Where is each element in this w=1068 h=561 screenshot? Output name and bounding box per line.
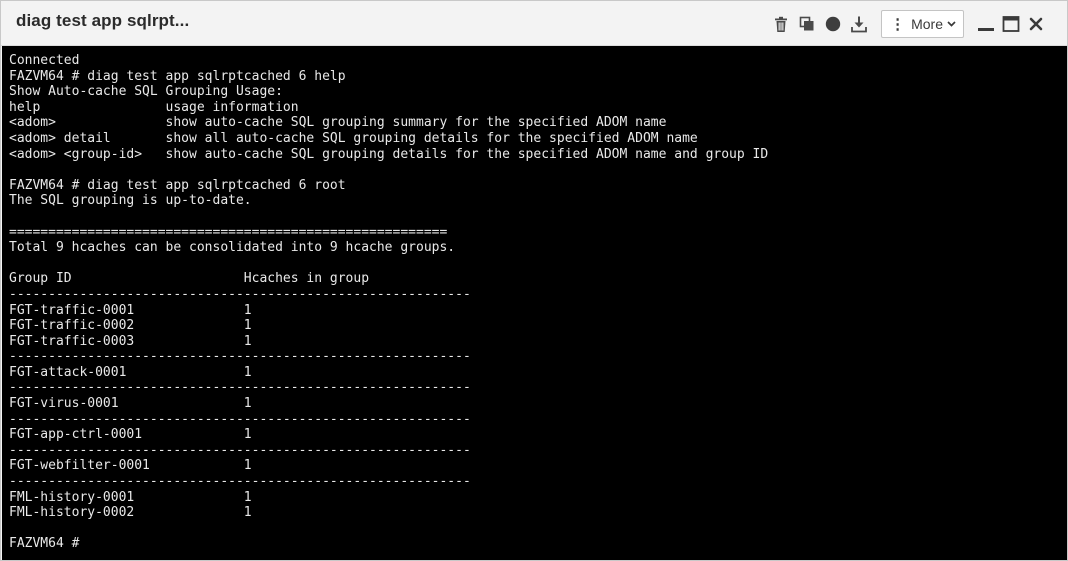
terminal-line: ----------------------------------------…: [9, 442, 471, 458]
terminal-line: ----------------------------------------…: [9, 286, 471, 302]
minimize-icon[interactable]: [975, 13, 997, 35]
terminal-line: FAZVM64 # diag test app sqlrptcached 6 r…: [9, 177, 346, 193]
terminal-line: <adom> <group-id> show auto-cache SQL gr…: [9, 146, 769, 162]
terminal-line: FGT-traffic-0003 1: [9, 333, 252, 349]
terminal-line: FGT-traffic-0002 1: [9, 318, 252, 334]
terminal-line: The SQL grouping is up-to-date.: [9, 193, 252, 209]
copy-icon[interactable]: [797, 13, 817, 35]
terminal-line: Group ID Hcaches in group: [9, 271, 370, 287]
terminal-line: FML-history-0002 1: [9, 505, 252, 521]
cli-console-window: diag test app sqlrpt... ⋮ More Connected…: [0, 0, 1068, 561]
terminal-line: FGT-webfilter-0001 1: [9, 458, 252, 474]
circle-icon[interactable]: [823, 13, 843, 35]
terminal-line: Connected: [9, 53, 80, 68]
terminal-text: Connected FAZVM64 # diag test app sqlrptc…: [2, 46, 1067, 552]
chevron-down-icon: [947, 18, 956, 30]
terminal-line: <adom> detail show all auto-cache SQL gr…: [9, 130, 698, 146]
terminal-line: ----------------------------------------…: [9, 474, 471, 490]
vertical-dots-icon: ⋮: [890, 15, 906, 33]
terminal-line: FML-history-0001 1: [9, 489, 252, 505]
terminal-line: ========================================…: [9, 224, 448, 240]
trash-icon[interactable]: [771, 13, 791, 35]
maximize-icon[interactable]: [1000, 13, 1022, 35]
more-label: More: [911, 16, 943, 32]
terminal-line: FGT-attack-0001 1: [9, 364, 252, 380]
download-icon[interactable]: [849, 13, 869, 35]
terminal-line: help usage information: [9, 99, 299, 115]
terminal-line: Total 9 hcaches can be consolidated into…: [9, 240, 456, 256]
terminal-line: ----------------------------------------…: [9, 349, 471, 365]
title-bar: diag test app sqlrpt... ⋮ More: [1, 1, 1067, 46]
terminal-line: FAZVM64 # diag test app sqlrptcached 6 h…: [9, 68, 346, 84]
terminal-line: ----------------------------------------…: [9, 411, 471, 427]
terminal-output[interactable]: Connected FAZVM64 # diag test app sqlrptc…: [2, 46, 1067, 560]
terminal-line: FGT-app-ctrl-0001 1: [9, 427, 252, 443]
terminal-line: <adom> show auto-cache SQL grouping summ…: [9, 115, 667, 131]
more-dropdown-button[interactable]: ⋮ More: [881, 10, 964, 38]
terminal-line: FAZVM64 #: [9, 536, 80, 552]
terminal-line: FGT-virus-0001 1: [9, 396, 252, 412]
terminal-line: Show Auto-cache SQL Grouping Usage:: [9, 84, 283, 100]
title-actions: ⋮ More: [771, 10, 1047, 38]
close-icon[interactable]: [1025, 13, 1047, 35]
terminal-line: FGT-traffic-0001 1: [9, 302, 252, 318]
window-title: diag test app sqlrpt...: [16, 11, 190, 30]
terminal-line: ----------------------------------------…: [9, 380, 471, 396]
